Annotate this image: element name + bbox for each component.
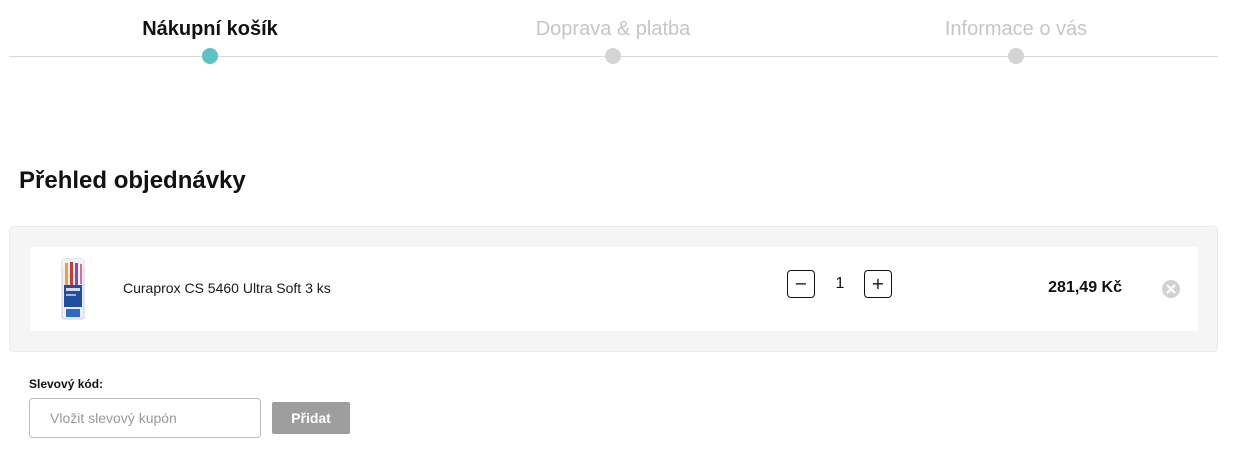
checkout-stepper: Nákupní košík Doprava & platba Informace…: [9, 0, 1218, 75]
step-customer-info[interactable]: Informace o vás: [866, 0, 1166, 70]
close-circle-icon[interactable]: [1162, 280, 1180, 298]
step-cart[interactable]: Nákupní košík: [60, 0, 360, 70]
cart-item-row: Curaprox CS 5460 Ultra Soft 3 ks − 1 + 2…: [30, 247, 1198, 331]
decrease-quantity-button[interactable]: −: [787, 270, 815, 298]
product-name[interactable]: Curaprox CS 5460 Ultra Soft 3 ks: [123, 279, 331, 297]
order-summary-title: Přehled objednávky: [19, 167, 246, 194]
quantity-value: 1: [835, 275, 845, 292]
step-customer-info-dot: [1008, 48, 1024, 64]
cart-panel: Curaprox CS 5460 Ultra Soft 3 ks − 1 + 2…: [9, 226, 1218, 352]
checkout-page: Nákupní košík Doprava & platba Informace…: [0, 0, 1233, 462]
item-price: 281,49 Kč: [1048, 279, 1122, 296]
toothbrush-pack-image[interactable]: [46, 257, 102, 321]
step-shipping-payment-label: Doprava & platba: [535, 18, 691, 40]
step-cart-label: Nákupní košík: [142, 18, 278, 40]
step-cart-dot: [202, 48, 218, 64]
step-shipping-payment-dot: [605, 48, 621, 64]
step-shipping-payment[interactable]: Doprava & platba: [463, 0, 763, 70]
step-customer-info-label: Informace o vás: [944, 18, 1088, 40]
coupon-label: Slevový kód:: [29, 377, 104, 391]
coupon-input[interactable]: [29, 398, 261, 438]
increase-quantity-button[interactable]: +: [864, 270, 892, 298]
add-coupon-button[interactable]: Přidat: [272, 402, 350, 434]
